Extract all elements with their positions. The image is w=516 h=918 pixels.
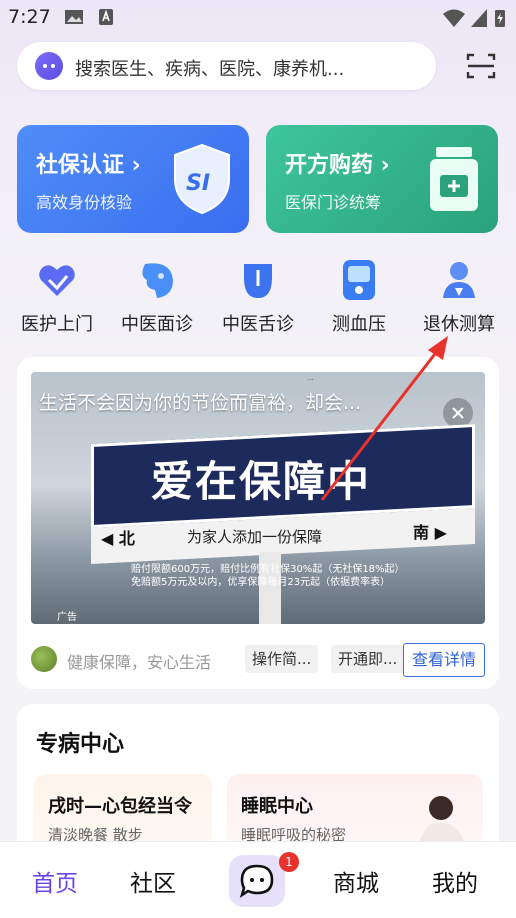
nav-home[interactable]: 首页: [32, 864, 78, 898]
disease-card-title: 睡眠中心: [241, 796, 313, 817]
bottom-nav: 首页 社区 1 商城 我的: [0, 841, 516, 918]
disease-card-title: 戌时—心包经当令: [48, 796, 192, 817]
special-disease-section: 专病中心 戌时—心包经当令 清淡晚餐 散步 睡眠中心 睡眠呼吸的秘密: [17, 704, 499, 864]
nav-mine[interactable]: 我的: [432, 864, 478, 898]
nav-mall[interactable]: 商城: [333, 864, 379, 898]
message-badge: 1: [279, 852, 299, 872]
nav-community[interactable]: 社区: [130, 864, 176, 898]
chat-icon: [239, 864, 274, 899]
nav-message-button[interactable]: [229, 855, 285, 907]
section-title: 专病中心: [36, 732, 125, 757]
